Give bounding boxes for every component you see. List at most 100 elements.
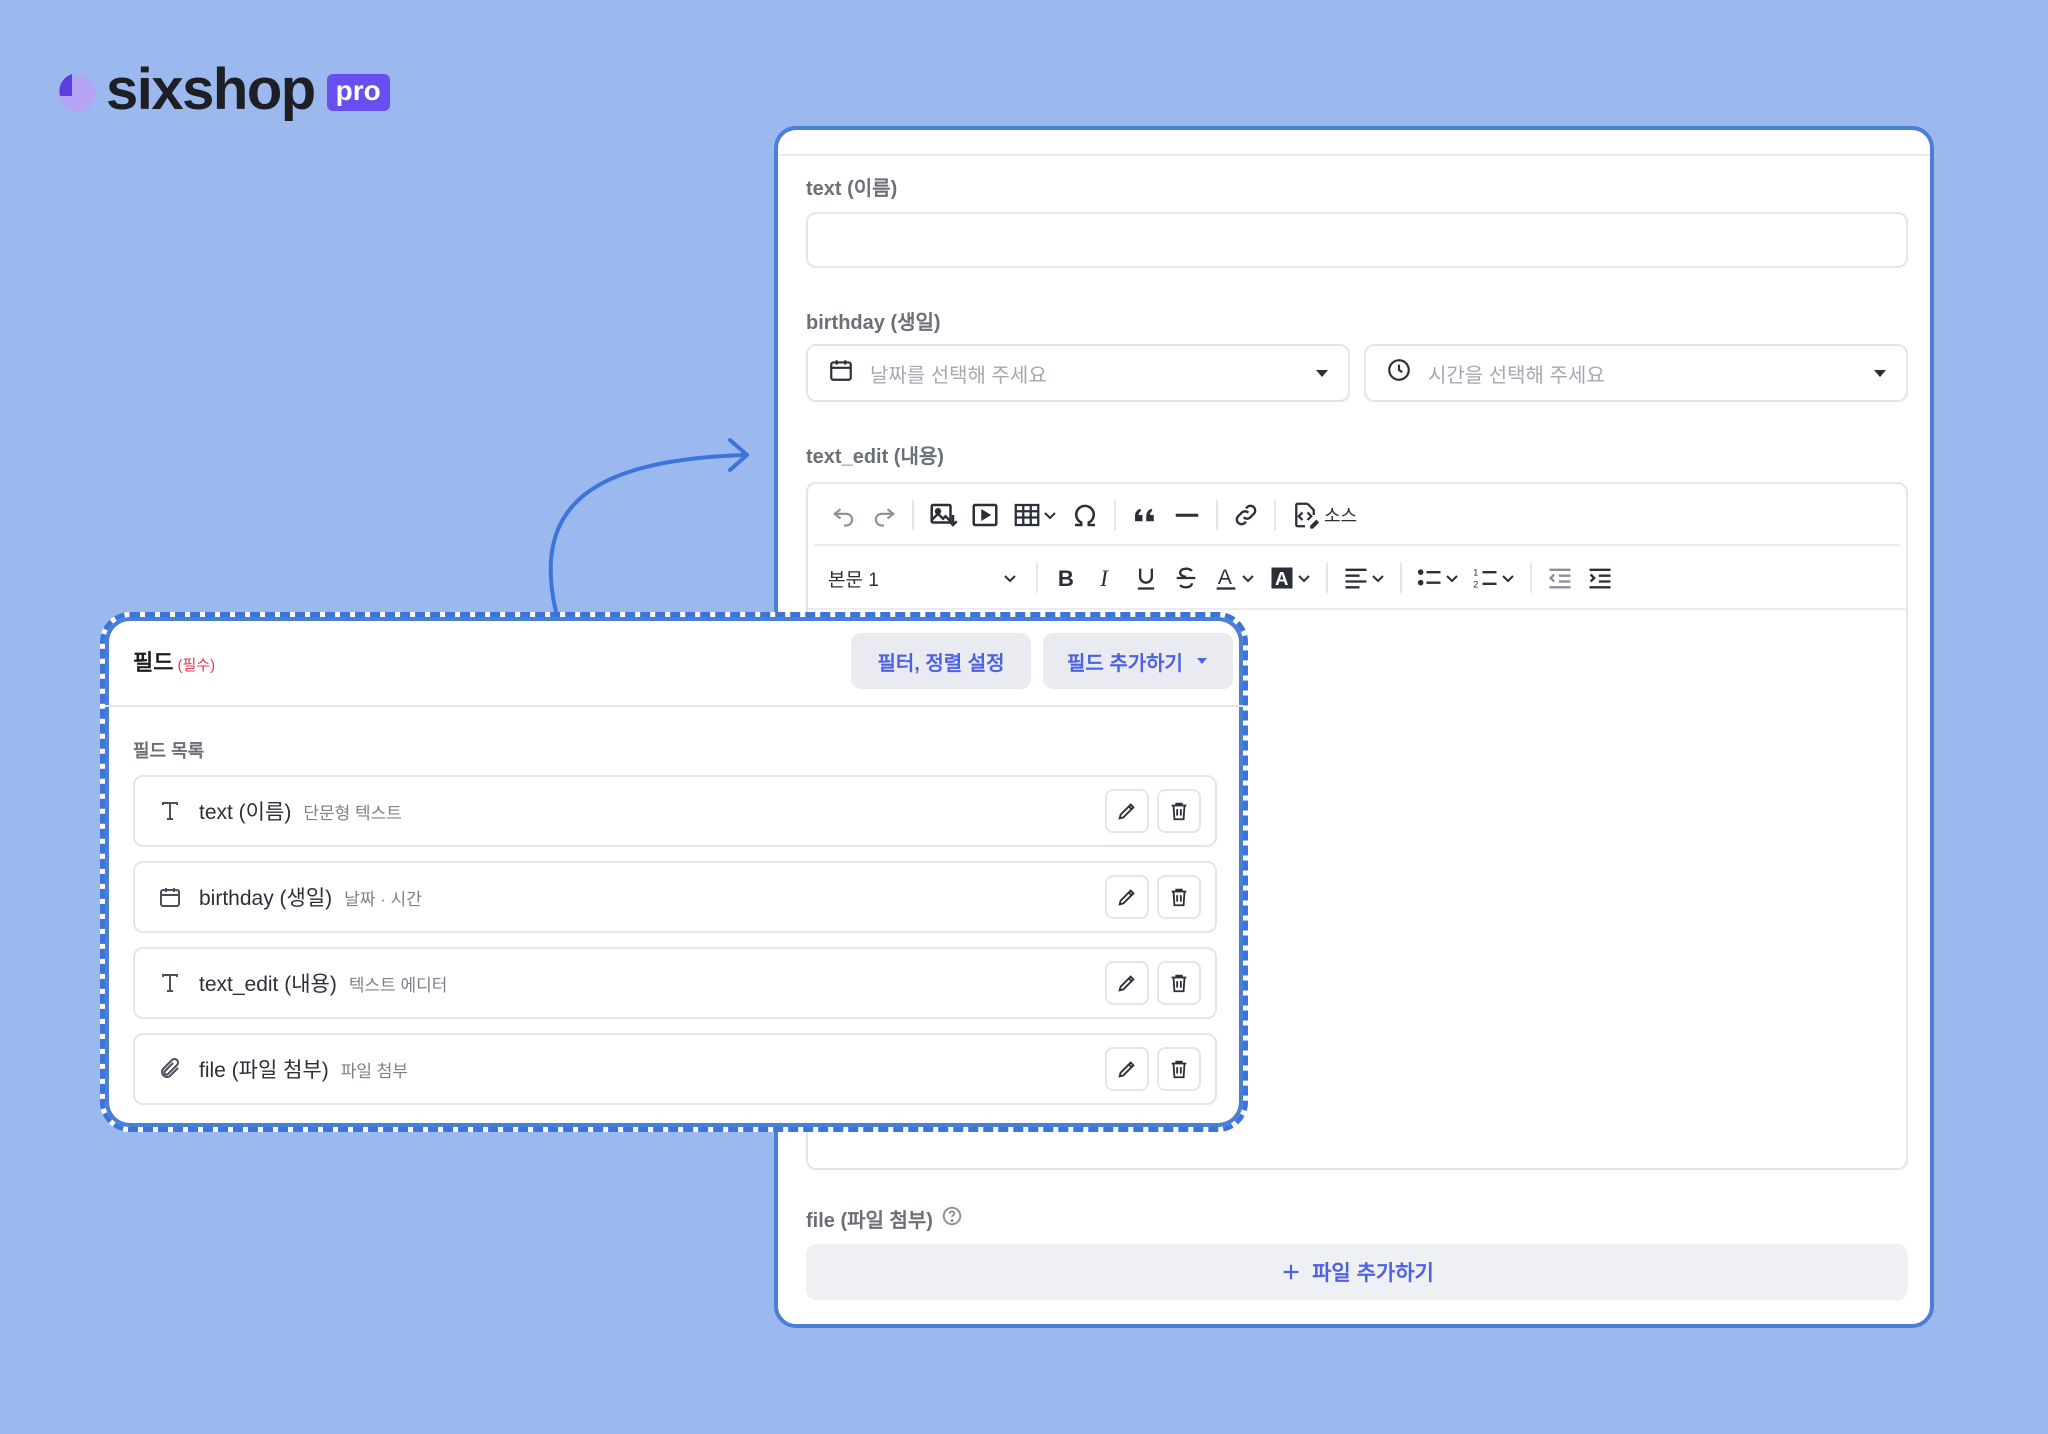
field-row-text-edit[interactable]: text_edit (내용) 텍스트 에디터	[133, 947, 1217, 1019]
numbered-list-icon[interactable]: 12	[1466, 558, 1522, 598]
filter-sort-label: 필터, 정렬 설정	[877, 652, 1005, 675]
field-type: 날짜 · 시간	[344, 889, 422, 909]
add-field-label: 필드 추가하기	[1067, 652, 1183, 675]
field-name: text (이름)	[199, 801, 292, 824]
field-name: file (파일 첨부)	[199, 1059, 329, 1082]
toolbar-divider	[1274, 500, 1276, 530]
field-name: text_edit (내용)	[199, 973, 337, 996]
font-color-icon[interactable]: A	[1206, 558, 1262, 598]
svg-text:I: I	[1099, 566, 1109, 592]
add-file-label: 파일 추가하기	[1312, 1262, 1434, 1285]
field-type: 단문형 텍스트	[303, 803, 402, 823]
fields-card-header: 필드 (필수) 필터, 정렬 설정 필드 추가하기	[105, 617, 1243, 707]
delete-field-button[interactable]	[1157, 875, 1201, 919]
redo-icon[interactable]	[864, 495, 904, 535]
chevron-down-icon	[1874, 369, 1886, 377]
text-type-icon	[155, 799, 185, 823]
plus-icon	[1283, 1264, 1299, 1280]
pencil-icon	[1118, 889, 1135, 906]
field-type: 파일 첨부	[340, 1061, 409, 1081]
filter-sort-button[interactable]: 필터, 정렬 설정	[851, 633, 1031, 689]
toolbar-divider	[1326, 563, 1328, 593]
clock-icon	[1386, 357, 1412, 389]
birthday-field-label: birthday (생일)	[806, 312, 941, 334]
field-row-text[interactable]: text (이름) 단문형 텍스트	[133, 775, 1217, 847]
bold-icon[interactable]: B	[1046, 558, 1086, 598]
link-icon[interactable]	[1226, 495, 1266, 535]
pro-badge: pro	[326, 73, 390, 111]
video-icon[interactable]	[964, 495, 1006, 535]
field-actions	[1105, 789, 1201, 833]
field-row-birthday[interactable]: birthday (생일) 날짜 · 시간	[133, 861, 1217, 933]
horizontal-line-icon[interactable]	[1166, 495, 1208, 535]
source-label: 소스	[1324, 506, 1358, 526]
align-icon[interactable]	[1336, 558, 1392, 598]
quote-icon[interactable]	[1124, 495, 1166, 535]
pencil-icon	[1118, 1061, 1135, 1078]
sixshop-logo: sixshop pro	[52, 58, 390, 122]
svg-text:A: A	[1275, 568, 1288, 589]
svg-text:2: 2	[1473, 579, 1478, 589]
highlight-icon[interactable]: A	[1262, 558, 1318, 598]
paragraph-style-select[interactable]: 본문 1	[818, 565, 1028, 592]
delete-field-button[interactable]	[1157, 789, 1201, 833]
field-actions	[1105, 1047, 1201, 1091]
text-edit-field-label: text_edit (내용)	[806, 446, 944, 468]
text-type-icon	[155, 971, 185, 995]
underline-icon[interactable]	[1126, 558, 1166, 598]
table-icon[interactable]	[1006, 495, 1064, 535]
toolbar-divider	[1114, 500, 1116, 530]
pencil-icon	[1118, 803, 1135, 820]
field-name: birthday (생일)	[199, 887, 333, 910]
file-field-label: file (파일 첨부)	[806, 1204, 963, 1233]
field-row-file[interactable]: file (파일 첨부) 파일 첨부	[133, 1033, 1217, 1105]
svg-text:B: B	[1058, 566, 1074, 591]
paragraph-style-value: 본문 1	[828, 569, 879, 591]
outdent-icon[interactable]	[1540, 558, 1580, 598]
omega-icon[interactable]	[1064, 495, 1106, 535]
date-placeholder: 날짜를 선택해 주세요	[870, 364, 1047, 387]
toolbar-divider	[912, 500, 914, 530]
italic-icon[interactable]: I	[1086, 558, 1126, 598]
edit-field-button[interactable]	[1105, 875, 1149, 919]
svg-text:A: A	[1218, 566, 1232, 589]
field-list-title: 필드 목록	[133, 741, 205, 761]
time-picker[interactable]: 시간을 선택해 주세요	[1364, 344, 1908, 402]
undo-icon[interactable]	[824, 495, 864, 535]
help-icon[interactable]	[941, 1205, 963, 1233]
svg-text:1: 1	[1473, 568, 1478, 578]
calendar-icon	[828, 357, 854, 389]
fields-card: 필드 (필수) 필터, 정렬 설정 필드 추가하기 필드 목록 text (이름)…	[100, 612, 1248, 1132]
editor-toolbar-row-1: 소스	[814, 486, 1900, 546]
bullet-list-icon[interactable]	[1410, 558, 1466, 598]
editor-toolbar-row-2: 본문 1 B I A A 12	[808, 548, 1906, 608]
image-icon[interactable]	[922, 495, 964, 535]
edit-field-button[interactable]	[1105, 789, 1149, 833]
form-top-divider	[778, 154, 1930, 156]
strikethrough-icon[interactable]	[1166, 558, 1206, 598]
text-field-label: text (이름)	[806, 178, 898, 200]
field-actions	[1105, 961, 1201, 1005]
logo-wordmark: sixshop	[106, 57, 316, 122]
fields-title: 필드 (필수)	[133, 650, 216, 675]
date-picker[interactable]: 날짜를 선택해 주세요	[806, 344, 1350, 402]
text-field-input[interactable]	[806, 212, 1908, 268]
field-type: 텍스트 에디터	[348, 975, 448, 995]
delete-field-button[interactable]	[1157, 1047, 1201, 1091]
toolbar-divider	[1216, 500, 1218, 530]
add-file-button[interactable]: 파일 추가하기	[806, 1244, 1908, 1300]
pencil-icon	[1118, 975, 1135, 992]
trash-icon	[1171, 974, 1187, 993]
editor-toolbar-divider	[808, 608, 1906, 610]
edit-field-button[interactable]	[1105, 1047, 1149, 1091]
source-icon[interactable]: 소스	[1284, 495, 1363, 535]
trash-icon	[1171, 1060, 1187, 1079]
indent-icon[interactable]	[1580, 558, 1620, 598]
field-actions	[1105, 875, 1201, 919]
chevron-down-icon	[1004, 575, 1016, 583]
edit-field-button[interactable]	[1105, 961, 1149, 1005]
delete-field-button[interactable]	[1157, 961, 1201, 1005]
required-marker: (필수)	[177, 657, 216, 674]
trash-icon	[1171, 888, 1187, 907]
add-field-button[interactable]: 필드 추가하기	[1043, 633, 1233, 689]
